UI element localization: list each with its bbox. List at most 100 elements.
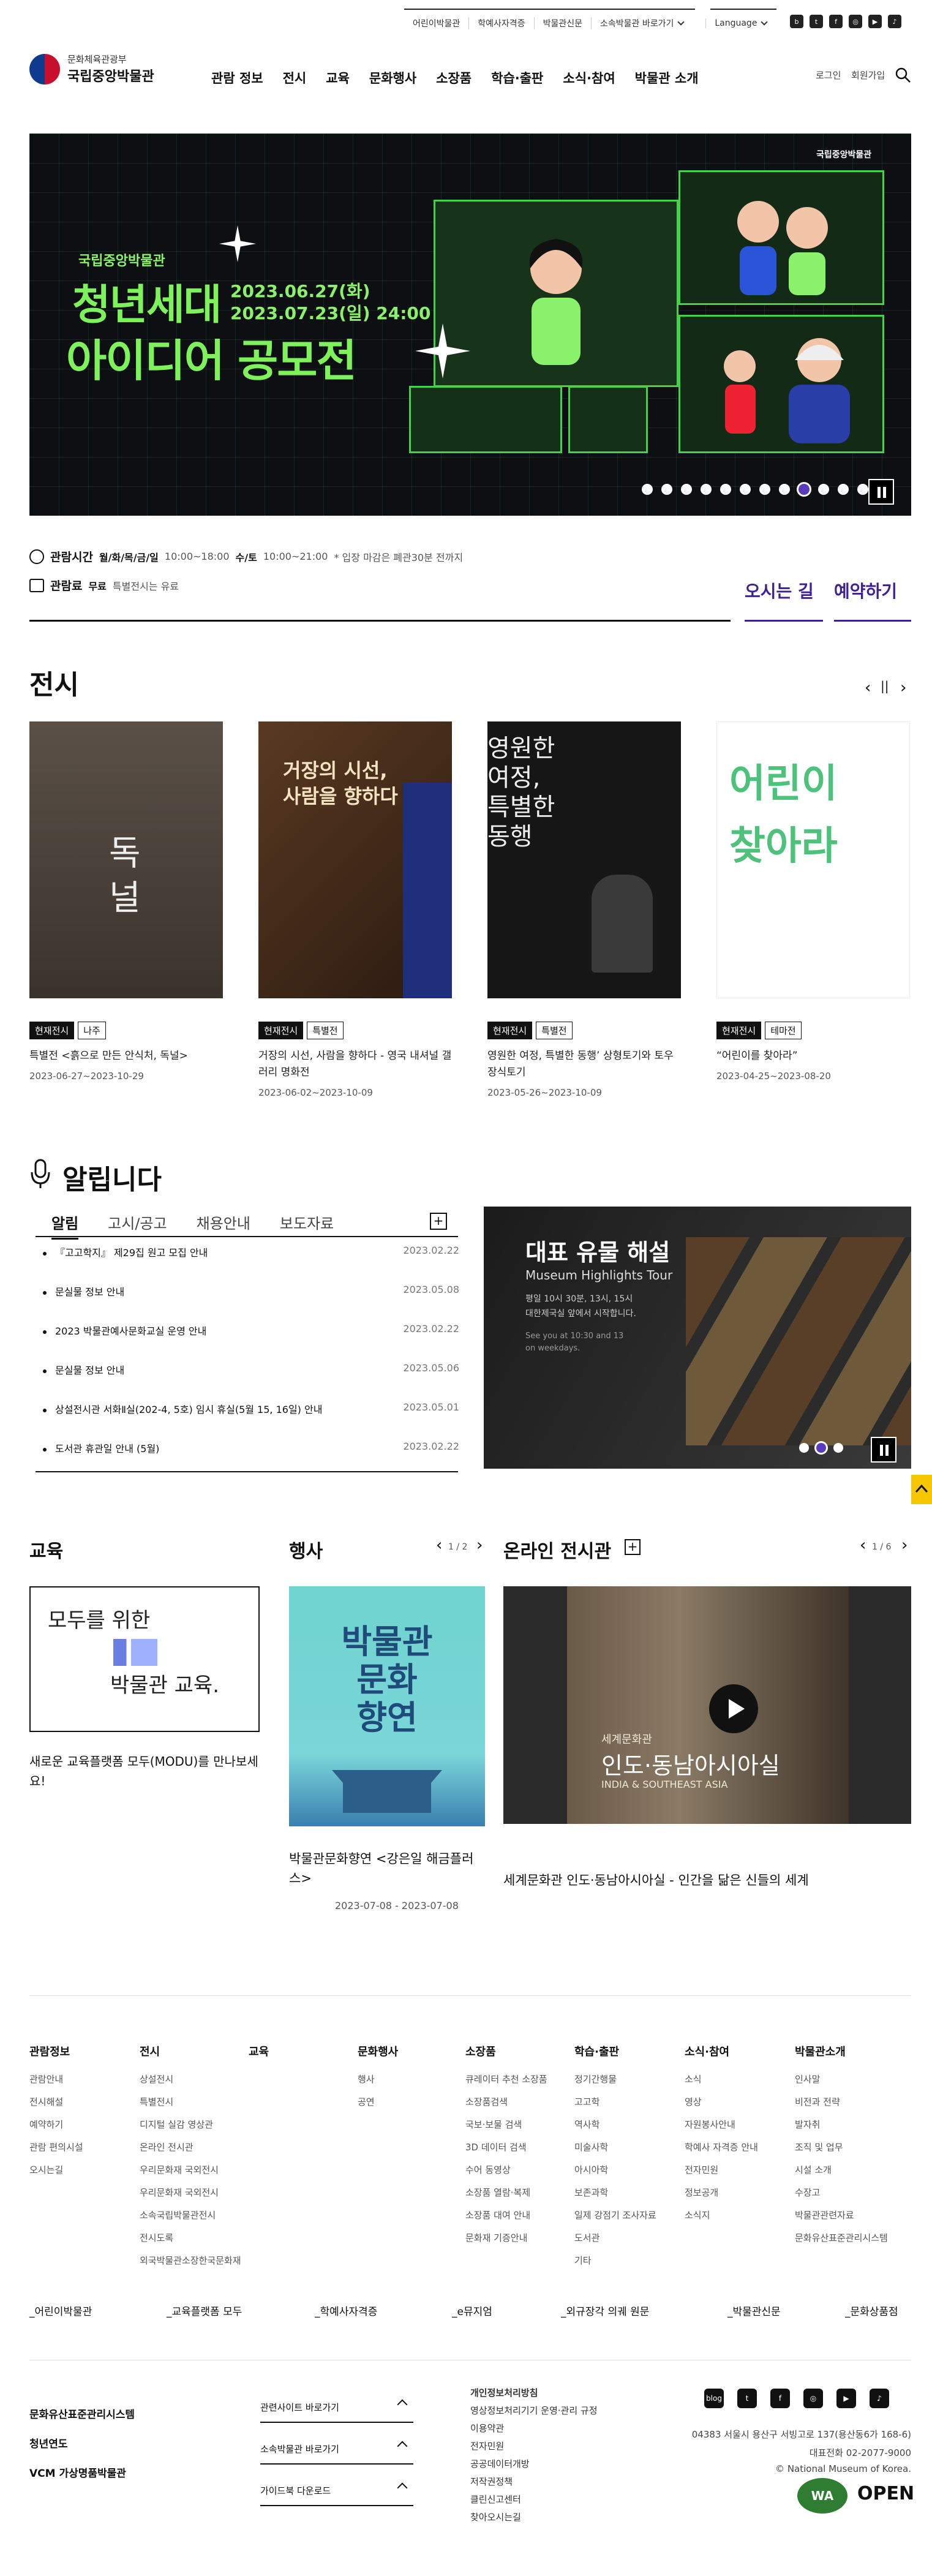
footer-column-heading[interactable]: 소식·참여 <box>685 2043 758 2059</box>
nav-collection[interactable]: 소장품 <box>436 69 472 87</box>
chevron-left-icon[interactable]: ‹ <box>860 1536 866 1554</box>
footer-link[interactable]: 문화재 기증안내 <box>465 2231 547 2244</box>
footer-column-heading[interactable]: 관람정보 <box>29 2043 83 2059</box>
notice-row[interactable]: 문실물 정보 안내 2023.05.06 <box>43 1362 459 1377</box>
facebook-icon[interactable]: f <box>829 15 843 28</box>
policy-link[interactable]: 이용약관 <box>470 2422 504 2435</box>
instagram-icon[interactable]: ◎ <box>803 2389 823 2408</box>
pagination-dot[interactable] <box>816 1443 826 1453</box>
chevron-right-icon[interactable]: › <box>901 1536 908 1554</box>
pagination-dot[interactable] <box>701 484 712 495</box>
footer-link[interactable]: 소장품검색 <box>465 2095 547 2108</box>
footer-column-heading[interactable]: 교육 <box>249 2043 269 2059</box>
footer-link[interactable]: 관람안내 <box>29 2073 83 2085</box>
footer-link[interactable]: 수어 동영상 <box>465 2163 547 2176</box>
exhibition-card[interactable]: 거장의 시선, 사람을 향하다 현재전시 특별전 거장의 시선, 사람을 향하다… <box>258 721 452 1098</box>
more-notices-button[interactable]: + <box>430 1213 447 1230</box>
footer-link[interactable]: 전자민원 <box>685 2163 758 2176</box>
footer-link-curator-cert[interactable]: _학예사자격증 <box>315 2303 377 2318</box>
chevron-right-icon[interactable]: › <box>476 1536 483 1554</box>
podcast-icon[interactable]: ♪ <box>888 15 901 28</box>
event-name[interactable]: 박물관문화향연 <강은일 해금플러스> <box>289 1850 485 1888</box>
chevron-left-icon[interactable]: ‹ <box>865 679 871 697</box>
footer-column-heading[interactable]: 소장품 <box>465 2043 547 2059</box>
footer-link[interactable]: 우리문화재 국외전시 <box>140 2186 241 2199</box>
footer-link[interactable]: 전시해설 <box>29 2095 83 2108</box>
footer-link[interactable]: 소장품 열람·복제 <box>465 2186 547 2199</box>
join-link[interactable]: 회원가입 <box>851 69 885 81</box>
footer-link[interactable]: 비전과 전략 <box>795 2095 888 2108</box>
pagination-dot[interactable] <box>720 484 731 495</box>
footer-link[interactable]: 박물관관련자료 <box>795 2209 888 2221</box>
nav-learning[interactable]: 학습·출판 <box>491 69 543 87</box>
policy-link[interactable]: 영상정보처리기기 운영·관리 규정 <box>470 2404 598 2417</box>
footer-link[interactable]: 조직 및 업무 <box>795 2141 888 2153</box>
language-select[interactable]: Language <box>705 18 775 28</box>
footer-link[interactable]: 외국박물관소장한국문화재 <box>140 2254 241 2267</box>
footer-link[interactable]: 국보·보물 검색 <box>465 2118 547 2131</box>
policy-link[interactable]: 찾아오시는길 <box>470 2510 521 2523</box>
twitter-icon[interactable]: t <box>810 15 823 28</box>
footer-link[interactable]: 영상 <box>685 2095 758 2108</box>
util-link-curator-cert[interactable]: 학예사자격증 <box>468 17 533 29</box>
facebook-icon[interactable]: f <box>770 2389 790 2408</box>
nav-news[interactable]: 소식·참여 <box>563 69 615 87</box>
notice-row[interactable]: 문실물 정보 안내 2023.05.08 <box>43 1284 459 1298</box>
chevron-left-icon[interactable]: ‹ <box>436 1536 442 1554</box>
highlights-tour-banner[interactable]: 대표 유물 해설 Museum Highlights Tour 평일 10시 3… <box>484 1207 911 1469</box>
blog-icon[interactable]: b <box>790 15 803 28</box>
hero-banner[interactable]: 국립중앙박물관 청년세대 2023.06.27(화) 2023.07.23(일)… <box>29 134 911 516</box>
footer-link[interactable]: 소속국립박물관전시 <box>140 2209 241 2221</box>
chevron-right-icon[interactable]: › <box>900 679 906 697</box>
footer-link[interactable]: 수장고 <box>795 2186 888 2199</box>
footer-link[interactable]: 기타 <box>574 2254 656 2267</box>
guidebook-select[interactable]: 가이드북 다운로드 <box>260 2476 413 2506</box>
footer-link[interactable]: 시설 소개 <box>795 2163 888 2176</box>
footer-link-childrens-museum[interactable]: _어린이박물관 <box>29 2303 92 2318</box>
footer-link[interactable]: 공연 <box>358 2095 398 2108</box>
notice-row[interactable]: 2023 박물관예사문화교실 운영 안내 2023.02.22 <box>43 1323 459 1338</box>
policy-link[interactable]: 공공데이터개방 <box>470 2457 530 2470</box>
footer-vcm[interactable]: VCM 가상명품박물관 <box>29 2465 126 2480</box>
scroll-top-button[interactable] <box>911 1475 932 1504</box>
instagram-icon[interactable]: ◎ <box>849 15 862 28</box>
footer-link[interactable]: 3D 데이터 검색 <box>465 2141 547 2153</box>
related-sites-select[interactable]: 관련사이트 바로가기 <box>260 2392 413 2423</box>
footer-youth[interactable]: 청년연도 <box>29 2435 68 2450</box>
nav-education[interactable]: 교육 <box>326 69 350 87</box>
exhibition-card[interactable]: 어린이 찾아라 현재전시 테마전 “어린이를 찾아라” 2023-04-25~2… <box>716 721 910 1082</box>
pagination-dot[interactable] <box>818 484 829 495</box>
more-online-button[interactable]: + <box>625 1539 641 1555</box>
footer-link[interactable]: 역사학 <box>574 2118 656 2131</box>
footer-link-uigwe[interactable]: _외규장각 의궤 원문 <box>561 2303 649 2318</box>
pagination-dot[interactable] <box>857 484 868 495</box>
footer-link[interactable]: 예약하기 <box>29 2118 83 2131</box>
pagination-dot[interactable] <box>642 484 653 495</box>
pagination-dot[interactable] <box>661 484 672 495</box>
footer-link[interactable]: 도서관 <box>574 2231 656 2244</box>
pause-icon[interactable] <box>868 479 894 505</box>
notice-row[interactable]: 『고고학지』 제29집 원고 모집 안내 2023.02.22 <box>43 1245 459 1259</box>
site-logo[interactable]: 문화체육관광부 국립중앙박물관 <box>29 53 154 85</box>
footer-link[interactable]: 학예사 자격증 안내 <box>685 2141 758 2153</box>
online-exhibition-name[interactable]: 세계문화관 인도·동남아시아실 - 인간을 닮은 신들의 세계 <box>503 1870 809 1889</box>
footer-link[interactable]: 우리문화재 국외전시 <box>140 2163 241 2176</box>
util-link-childrens-museum[interactable]: 어린이박물관 <box>404 17 468 29</box>
event-poster[interactable]: 박물관 문화 향연 <box>289 1586 485 1826</box>
policy-link[interactable]: 클린신고센터 <box>470 2493 521 2506</box>
pagination-dot[interactable] <box>759 484 770 495</box>
policy-link[interactable]: 저작권정책 <box>470 2475 513 2488</box>
footer-link[interactable]: 보존과학 <box>574 2186 656 2199</box>
footer-link[interactable]: 고고학 <box>574 2095 656 2108</box>
footer-link[interactable]: 아시아학 <box>574 2163 656 2176</box>
pagination-dot[interactable] <box>740 484 751 495</box>
footer-link[interactable]: 큐레이터 추천 소장품 <box>465 2073 547 2085</box>
twitter-icon[interactable]: t <box>737 2389 757 2408</box>
pagination-dot[interactable] <box>799 1443 809 1453</box>
footer-link-modu[interactable]: _교육플랫폼 모두 <box>167 2303 242 2318</box>
footer-link[interactable]: 미술사학 <box>574 2141 656 2153</box>
nav-visit[interactable]: 관람 정보 <box>211 69 263 87</box>
education-caption[interactable]: 새로운 교육플랫폼 모두(MODU)를 만나보세요! <box>29 1752 260 1791</box>
footer-link[interactable]: 상설전시 <box>140 2073 241 2085</box>
exhibition-card[interactable]: 독 널 현재전시 나주 특별전 <흙으로 만든 안식처, 독널> 2023-06… <box>29 721 223 1082</box>
